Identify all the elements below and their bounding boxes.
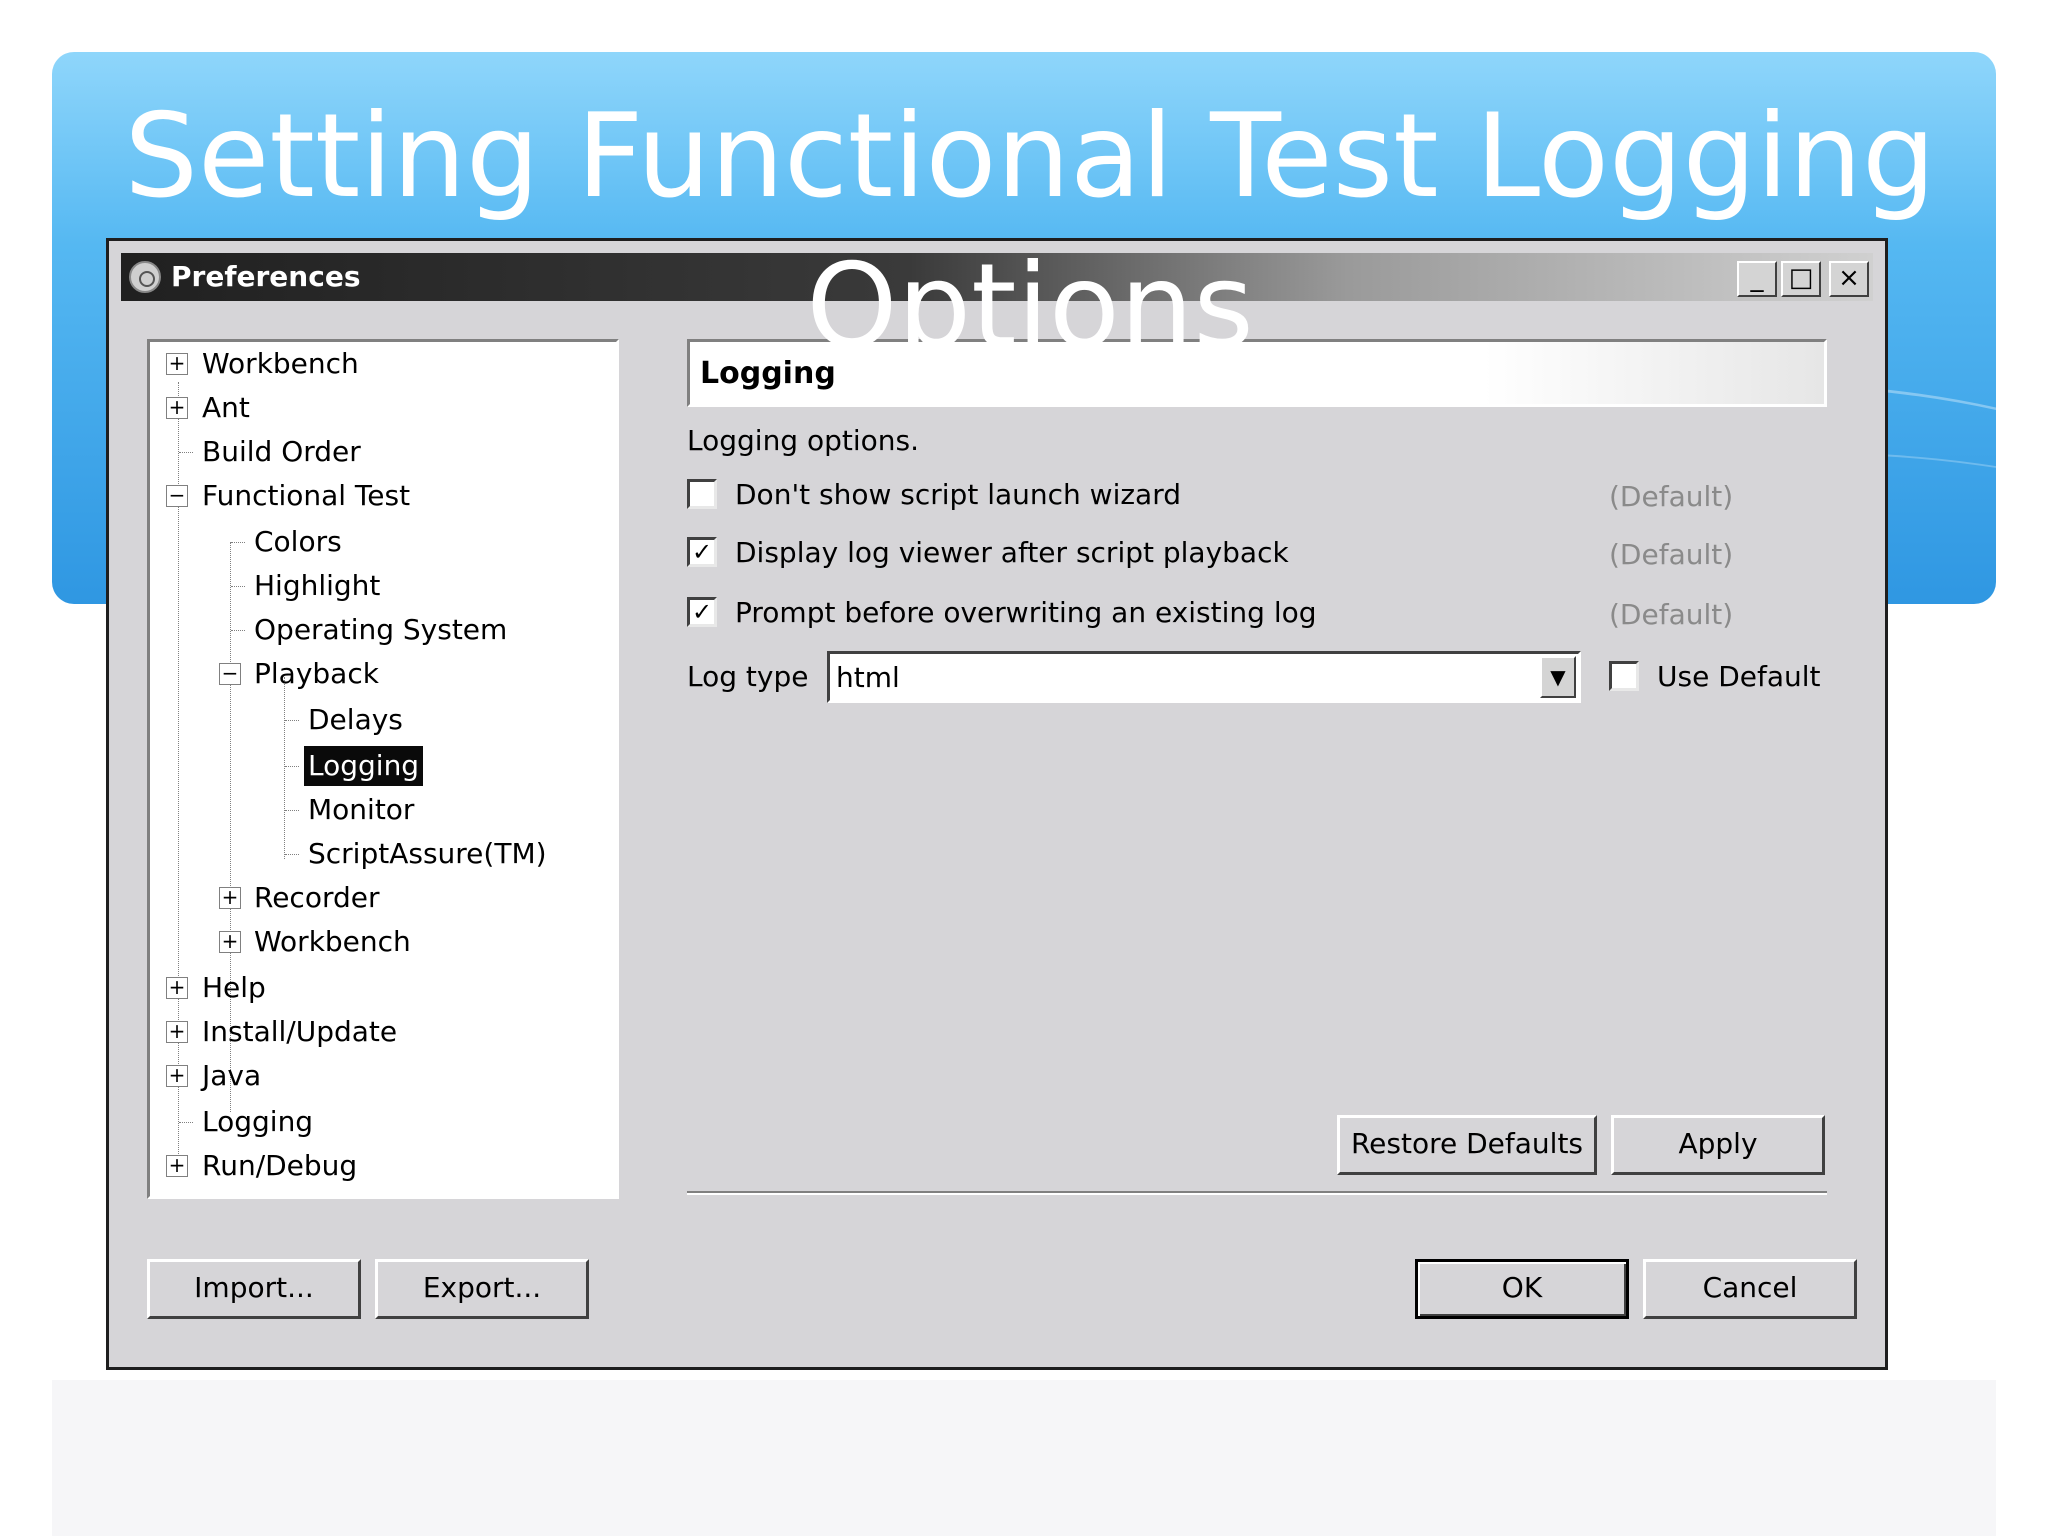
slide-title: Setting Functional Test Logging Options (124, 89, 1936, 374)
tree-item-label: Logging (304, 746, 424, 786)
cancel-button[interactable]: Cancel (1643, 1259, 1857, 1319)
restore-defaults-button[interactable]: Restore Defaults (1337, 1115, 1597, 1175)
slide-bottom-band (52, 1380, 1996, 1536)
tree-item-label: Highlight (254, 569, 381, 602)
default-tag: (Default) (1609, 480, 1734, 513)
expand-icon[interactable]: + (166, 977, 188, 999)
tree-item-label: Logging (202, 1105, 314, 1138)
export-button[interactable]: Export... (375, 1259, 589, 1319)
preferences-tree[interactable]: + Workbench + Ant Build Order − Function… (147, 339, 619, 1199)
tree-item-label: Run/Debug (202, 1149, 358, 1182)
preferences-dialog: Preferences _ □ × + Workbench + Ant Buil… (106, 238, 1888, 1370)
expand-icon[interactable]: + (166, 397, 188, 419)
expand-icon[interactable]: + (166, 1155, 188, 1177)
tree-connector (179, 1122, 193, 1123)
tree-connector (179, 452, 193, 453)
tree-connector (231, 586, 245, 587)
tree-item-label: Colors (254, 525, 342, 558)
use-default-label[interactable]: Use Default (1657, 659, 1821, 695)
tree-item-label: Delays (308, 703, 403, 736)
tree-connector (284, 677, 285, 859)
display-log-viewer-label[interactable]: Display log viewer after script playback (735, 535, 1289, 571)
tree-connector (231, 630, 245, 631)
expand-icon[interactable]: + (166, 1021, 188, 1043)
tree-item-label: ScriptAssure(TM) (308, 837, 547, 870)
use-default-checkbox[interactable] (1609, 661, 1639, 691)
display-log-viewer-checkbox[interactable]: ✓ (687, 537, 717, 567)
tree-item-label: Ant (202, 391, 250, 424)
expand-icon[interactable]: + (166, 1065, 188, 1087)
default-tag: (Default) (1609, 598, 1734, 631)
prompt-overwrite-checkbox[interactable]: ✓ (687, 597, 717, 627)
dont-show-wizard-checkbox[interactable] (687, 479, 717, 509)
default-tag: (Default) (1609, 538, 1734, 571)
tree-item-label: Playback (254, 657, 379, 690)
tree-item-label: Recorder (254, 881, 380, 914)
tree-connector (285, 720, 299, 721)
tree-item-label: Monitor (308, 793, 415, 826)
collapse-icon[interactable]: − (219, 663, 241, 685)
tree-item-label: Workbench (254, 925, 411, 958)
dropdown-arrow-icon[interactable]: ▼ (1540, 656, 1576, 698)
tree-item-label: Help (202, 971, 266, 1004)
expand-icon[interactable]: + (219, 887, 241, 909)
tree-item-label: Operating System (254, 613, 508, 646)
logging-options-description: Logging options. (687, 424, 920, 457)
tree-item-label: Java (202, 1059, 262, 1092)
collapse-icon[interactable]: − (166, 485, 188, 507)
log-type-select[interactable]: html ▼ (827, 651, 1581, 703)
prompt-overwrite-label[interactable]: Prompt before overwriting an existing lo… (735, 595, 1317, 631)
import-button[interactable]: Import... (147, 1259, 361, 1319)
apply-button[interactable]: Apply (1611, 1115, 1825, 1175)
expand-icon[interactable]: + (219, 931, 241, 953)
page-separator (687, 1191, 1827, 1195)
tree-item-label: Functional Test (202, 479, 411, 512)
tree-connector (285, 810, 299, 811)
tree-connector (285, 854, 299, 855)
tree-item-label: Build Order (202, 435, 361, 468)
ok-button[interactable]: OK (1415, 1259, 1629, 1319)
tree-item-label: Install/Update (202, 1015, 398, 1048)
dont-show-wizard-label[interactable]: Don't show script launch wizard (735, 477, 1181, 513)
log-type-label: Log type (687, 660, 809, 693)
tree-connector (285, 766, 299, 767)
log-type-value: html (836, 661, 900, 694)
tree-connector (231, 542, 245, 543)
